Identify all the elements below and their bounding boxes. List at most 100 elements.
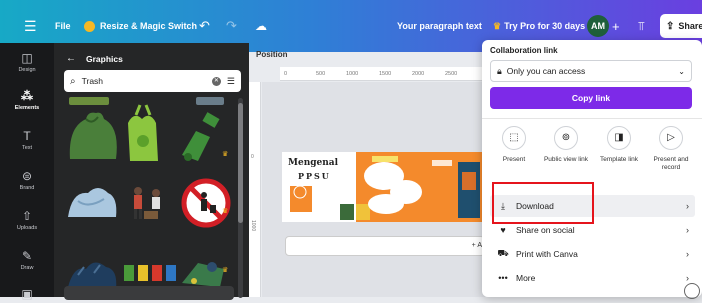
graphics-grid: [68, 97, 231, 289]
template-link-option[interactable]: ◨ Template link: [592, 126, 646, 164]
sidebar-item-text[interactable]: T Text: [0, 129, 54, 151]
graphic-item[interactable]: [69, 97, 109, 105]
present-icon: ⬚: [502, 126, 526, 150]
sidebar-item-design[interactable]: ◫ Design: [0, 51, 54, 73]
dots-icon: •••: [498, 273, 508, 283]
option-label: Template link: [600, 156, 638, 163]
search-value: Trash: [81, 76, 104, 86]
vertical-ruler: 0 1000: [249, 82, 261, 297]
collaboration-link-header: Collaboration link: [490, 46, 558, 55]
ruler-tick: 0: [284, 71, 288, 77]
option-label: Present: [502, 156, 526, 163]
pro-crown-icon: ♛: [222, 208, 229, 215]
graphic-item[interactable]: [196, 97, 224, 105]
pen-icon: ✎: [21, 249, 33, 263]
chevron-right-icon: ›: [686, 273, 689, 283]
graphic-item[interactable]: [128, 104, 158, 161]
graphic-item[interactable]: [182, 262, 224, 287]
panel-header: ← Graphics: [66, 53, 123, 64]
template-icon: ◨: [607, 126, 631, 150]
add-page-button[interactable]: + A: [285, 236, 485, 256]
share-icon: ⇪: [666, 20, 675, 32]
text-icon: T: [23, 129, 31, 143]
share-button[interactable]: ⇪ Share: [660, 14, 702, 38]
panel-tip[interactable]: [64, 286, 234, 300]
chevron-right-icon: ›: [686, 201, 689, 211]
link-icon: ⊚: [554, 126, 578, 150]
crown-badge-icon: [84, 20, 95, 32]
truck-icon: ⛟: [497, 248, 509, 258]
option-label: Present and record: [653, 156, 689, 171]
present-option[interactable]: ⬚ Present: [487, 126, 541, 164]
graphic-item[interactable]: [181, 178, 231, 228]
sidebar-item-uploads[interactable]: ⇧ Uploads: [0, 209, 54, 231]
position-label[interactable]: Position: [256, 50, 288, 59]
row-label: Share on social: [516, 225, 575, 235]
document-title[interactable]: Your paragraph text: [397, 0, 482, 52]
graphics-panel: ← Graphics ⌕ Trash ✕ ☰ ♛ ♛ ♛: [54, 43, 249, 300]
sidebar-item-label: Brand: [19, 185, 35, 191]
upload-icon: ⇧: [21, 209, 33, 223]
pro-crown-icon: ♛: [222, 267, 229, 274]
graphic-item[interactable]: [134, 187, 160, 219]
cloud-save-icon[interactable]: ☁: [255, 0, 267, 52]
access-select[interactable]: 🔒︎ Only you can access ⌄: [490, 60, 692, 82]
copy-link-button[interactable]: Copy link: [490, 87, 692, 109]
crown-icon: ♛: [493, 20, 502, 31]
horizontal-ruler: 0 500 1000 1500 2000 2500: [280, 67, 485, 81]
heart-icon: ♥: [500, 225, 506, 235]
lock-icon: 🔒︎: [497, 65, 502, 76]
back-arrow-icon[interactable]: ←: [66, 53, 76, 64]
chevron-down-icon: ⌄: [678, 66, 685, 76]
ruler-tick: 500: [316, 71, 326, 77]
search-input[interactable]: ⌕ Trash ✕ ☰: [64, 70, 241, 92]
resize-label: Resize & Magic Switch: [100, 21, 198, 31]
row-label: Print with Canva: [516, 249, 578, 259]
sidebar: ◫ Design ⁂ Elements T Text ⊜ Brand ⇧ Upl…: [0, 43, 54, 301]
chevron-right-icon: ›: [686, 225, 689, 235]
ruler-tick: 0: [251, 154, 254, 160]
ruler-tick: 2000: [412, 71, 425, 77]
share-label: Share: [678, 21, 702, 31]
chevron-right-icon: ›: [686, 249, 689, 259]
row-label: More: [516, 273, 536, 283]
panel-title: Graphics: [86, 53, 123, 64]
sidebar-item-brand[interactable]: ⊜ Brand: [0, 169, 54, 191]
sidebar-item-label: Elements: [14, 105, 40, 111]
avatar[interactable]: AM: [587, 15, 609, 37]
sidebar-item-draw[interactable]: ✎ Draw: [0, 249, 54, 271]
graphic-item[interactable]: [182, 112, 220, 161]
ruler-tick: 2500: [445, 71, 458, 77]
shapes-icon: ⁂: [21, 89, 33, 103]
design-page[interactable]: Mengenal PPSU: [282, 152, 484, 222]
try-pro-label: Try Pro for 30 days: [504, 21, 586, 31]
search-icon: ⌕: [70, 75, 76, 87]
graphic-item[interactable]: [69, 112, 117, 159]
layout-icon: ◫: [21, 51, 33, 65]
clear-icon[interactable]: ✕: [211, 76, 221, 86]
present-and-record-option[interactable]: ▷ Present and record: [644, 126, 698, 172]
print-with-canva-row[interactable]: ⛟ Print with Canva ›: [490, 243, 695, 265]
more-row[interactable]: ••• More ›: [490, 267, 695, 289]
sidebar-item-label: Text: [21, 145, 33, 151]
brand-icon: ⊜: [21, 169, 33, 183]
download-highlight-box: [492, 182, 594, 224]
public-view-link-option[interactable]: ⊚ Public view link: [539, 126, 593, 164]
record-icon: ▷: [659, 126, 683, 150]
graphic-item[interactable]: [124, 265, 176, 281]
ruler-tick: 1000: [250, 220, 256, 232]
ruler-tick: 1500: [379, 71, 392, 77]
sidebar-item-elements[interactable]: ⁂ Elements: [0, 89, 54, 111]
share-menu: Collaboration link 🔒︎ Only you can acces…: [482, 40, 702, 297]
pro-crown-icon: ♛: [222, 151, 229, 158]
ruler-tick: 1000: [346, 71, 359, 77]
filter-icon[interactable]: ☰: [227, 76, 235, 87]
sidebar-item-label: Design: [18, 67, 36, 73]
divider: [482, 118, 702, 119]
sidebar-item-more[interactable]: ▣: [0, 287, 54, 303]
sidebar-item-label: Uploads: [16, 225, 38, 231]
option-label: Public view link: [543, 156, 589, 163]
design-artwork: [290, 156, 480, 220]
access-value: Only you can access: [506, 66, 586, 76]
graphic-item[interactable]: [68, 188, 117, 217]
